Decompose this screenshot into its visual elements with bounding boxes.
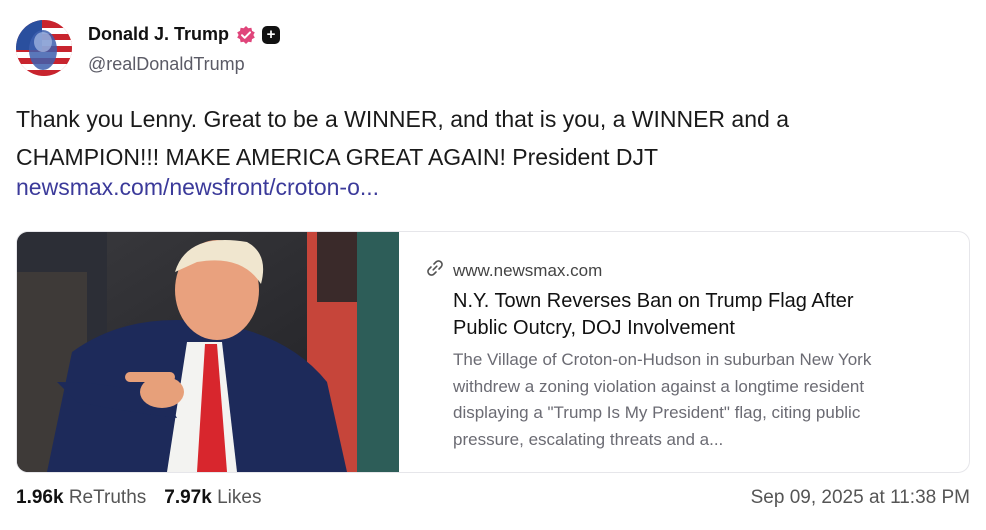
preview-image bbox=[17, 232, 399, 472]
likes-label: Likes bbox=[217, 487, 262, 508]
retruths-label: ReTruths bbox=[68, 487, 147, 508]
post-text-line: Thank you Lenny. Great to be a WINNER, a… bbox=[16, 106, 789, 132]
preview-domain-row: www.newsmax.com bbox=[425, 258, 602, 283]
author-handle[interactable]: @realDonaldTrump bbox=[88, 54, 245, 75]
verified-icon bbox=[236, 25, 256, 45]
avatar[interactable] bbox=[16, 20, 72, 76]
retruths-count: 1.96k bbox=[16, 487, 64, 508]
plus-badge-icon: + bbox=[262, 25, 281, 44]
preview-title-line: Public Outcry, DOJ Involvement bbox=[453, 317, 735, 339]
link-icon bbox=[425, 258, 445, 283]
post-timestamp[interactable]: Sep 09, 2025 at 11:38 PM bbox=[751, 487, 970, 509]
preview-desc-line: displaying a "Trump Is My President" fla… bbox=[453, 403, 861, 422]
preview-description: The Village of Croton-on-Hudson in subur… bbox=[453, 347, 953, 453]
author-name[interactable]: Donald J. Trump bbox=[88, 24, 229, 45]
engagement-stats: 1.96k ReTruths 7.97k Likes bbox=[16, 487, 279, 509]
post-link[interactable]: newsmax.com/newsfront/croton-o... bbox=[16, 174, 379, 201]
retruths-stat[interactable]: 1.96k ReTruths bbox=[16, 487, 146, 509]
likes-count: 7.97k bbox=[164, 487, 212, 508]
preview-title-line: N.Y. Town Reverses Ban on Trump Flag Aft… bbox=[453, 290, 854, 312]
likes-stat[interactable]: 7.97k Likes bbox=[164, 487, 261, 509]
post-text-line: CHAMPION!!! MAKE AMERICA GREAT AGAIN! Pr… bbox=[16, 144, 659, 170]
preview-desc-line: withdrew a zoning violation against a lo… bbox=[453, 376, 865, 396]
post-text: Thank you Lenny. Great to be a WINNER, a… bbox=[16, 100, 956, 176]
author-row: Donald J. Trump + bbox=[88, 24, 281, 45]
link-preview-card[interactable]: www.newsmax.com N.Y. Town Reverses Ban o… bbox=[16, 231, 970, 473]
preview-domain: www.newsmax.com bbox=[453, 260, 603, 280]
preview-title: N.Y. Town Reverses Ban on Trump Flag Aft… bbox=[453, 288, 923, 342]
preview-desc-line: The Village of Croton-on-Hudson in subur… bbox=[453, 350, 872, 369]
preview-desc-line: pressure, escalating threats and a... bbox=[453, 429, 724, 449]
